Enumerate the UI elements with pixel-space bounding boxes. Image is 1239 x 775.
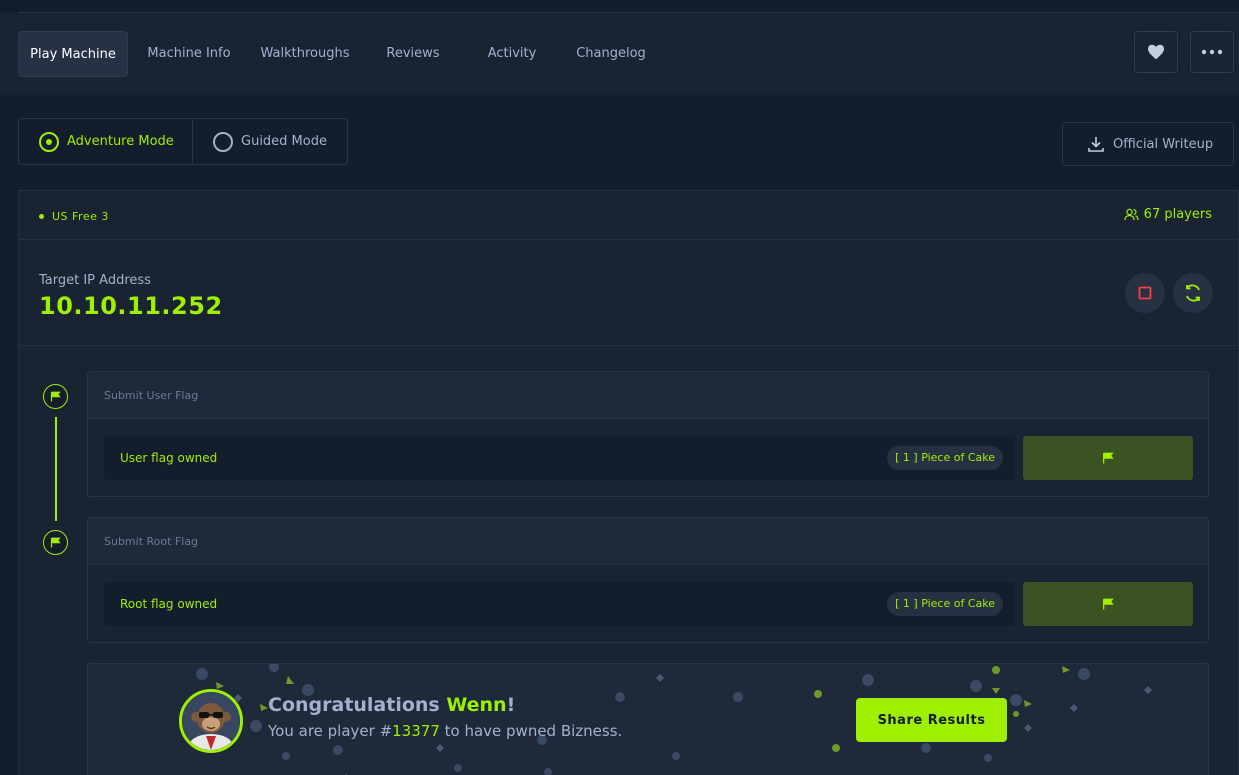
users-icon xyxy=(1124,208,1139,221)
monkey-avatar-icon xyxy=(182,692,240,750)
download-icon xyxy=(1088,137,1104,152)
top-divider xyxy=(18,0,1239,13)
favorite-button[interactable] xyxy=(1134,31,1178,73)
refresh-icon xyxy=(1186,284,1200,302)
root-flag-input[interactable]: Root flag owned [ 1 ] Piece of Cake xyxy=(104,582,1015,626)
stop-machine-button[interactable] xyxy=(1125,273,1165,313)
user-flag-title: Submit User Flag xyxy=(88,372,1208,419)
tab-walkthroughs[interactable]: Walkthroughs xyxy=(254,31,356,77)
user-avatar[interactable] xyxy=(179,689,243,753)
tab-play-machine[interactable]: Play Machine xyxy=(18,31,128,77)
player-number: 13377 xyxy=(392,722,440,740)
official-writeup-label: Official Writeup xyxy=(1113,136,1214,152)
user-flag-card: Submit User Flag User flag owned [ 1 ] P… xyxy=(87,371,1209,497)
tab-changelog[interactable]: Changelog xyxy=(568,31,654,77)
flag-icon xyxy=(50,391,61,402)
player-name[interactable]: Wenn xyxy=(446,694,506,716)
flag-icon xyxy=(1102,452,1114,464)
reset-machine-button[interactable] xyxy=(1173,273,1213,313)
flag-icon xyxy=(1102,598,1114,610)
root-flag-step-icon xyxy=(43,530,68,555)
vpn-server[interactable]: US Free 3 xyxy=(39,210,109,223)
user-flag-status: User flag owned xyxy=(120,451,218,465)
user-flag-difficulty-badge: [ 1 ] Piece of Cake xyxy=(887,446,1003,470)
guided-mode-label: Guided Mode xyxy=(241,134,327,149)
congratulations-banner: Congratulations Wenn! You are player #13… xyxy=(87,663,1209,775)
congratulations-subtitle: You are player #13377 to have pwned Bizn… xyxy=(268,722,623,740)
server-status-dot xyxy=(39,214,44,219)
root-flag-card: Submit Root Flag Root flag owned [ 1 ] P… xyxy=(87,517,1209,643)
players-count: 67 players xyxy=(1124,207,1212,222)
more-options-button[interactable] xyxy=(1190,31,1234,73)
user-flag-submit-button[interactable] xyxy=(1023,436,1193,480)
tab-activity[interactable]: Activity xyxy=(478,31,546,77)
congratulations-title: Congratulations Wenn! xyxy=(268,694,516,716)
mode-selector: Adventure Mode Guided Mode xyxy=(18,118,348,165)
root-flag-submit-button[interactable] xyxy=(1023,582,1193,626)
server-row: US Free 3 67 players xyxy=(19,191,1238,240)
target-ip-label: Target IP Address xyxy=(39,273,151,288)
heart-icon xyxy=(1148,44,1164,60)
ellipsis-icon xyxy=(1201,49,1223,55)
machine-tab-bar: Play Machine Machine Info Walkthroughs R… xyxy=(0,13,1239,95)
share-results-button[interactable]: Share Results xyxy=(856,698,1007,742)
adventure-mode-option[interactable]: Adventure Mode xyxy=(19,119,193,164)
stop-icon xyxy=(1138,286,1152,300)
target-ip-row: Target IP Address 10.10.11.252 xyxy=(19,240,1238,346)
guided-mode-option[interactable]: Guided Mode xyxy=(193,119,347,164)
user-flag-input[interactable]: User flag owned [ 1 ] Piece of Cake xyxy=(104,436,1015,480)
players-label: 67 players xyxy=(1143,207,1212,222)
radio-unselected-icon xyxy=(213,131,233,152)
root-flag-status: Root flag owned xyxy=(120,597,218,611)
server-name: US Free 3 xyxy=(52,210,109,223)
target-ip-address[interactable]: 10.10.11.252 xyxy=(39,292,223,320)
tab-machine-info[interactable]: Machine Info xyxy=(140,31,238,77)
confetti-decoration xyxy=(196,664,1152,775)
play-machine-panel: US Free 3 67 players Target IP Address 1… xyxy=(18,190,1239,775)
root-flag-difficulty-badge: [ 1 ] Piece of Cake xyxy=(887,592,1003,616)
official-writeup-button[interactable]: Official Writeup xyxy=(1062,122,1234,166)
root-flag-title: Submit Root Flag xyxy=(88,518,1208,565)
adventure-mode-label: Adventure Mode xyxy=(67,134,174,149)
flag-icon xyxy=(50,537,61,548)
radio-selected-icon xyxy=(39,131,59,152)
user-flag-step-icon xyxy=(43,384,68,409)
tab-reviews[interactable]: Reviews xyxy=(378,31,448,77)
timeline-connector xyxy=(55,417,57,521)
